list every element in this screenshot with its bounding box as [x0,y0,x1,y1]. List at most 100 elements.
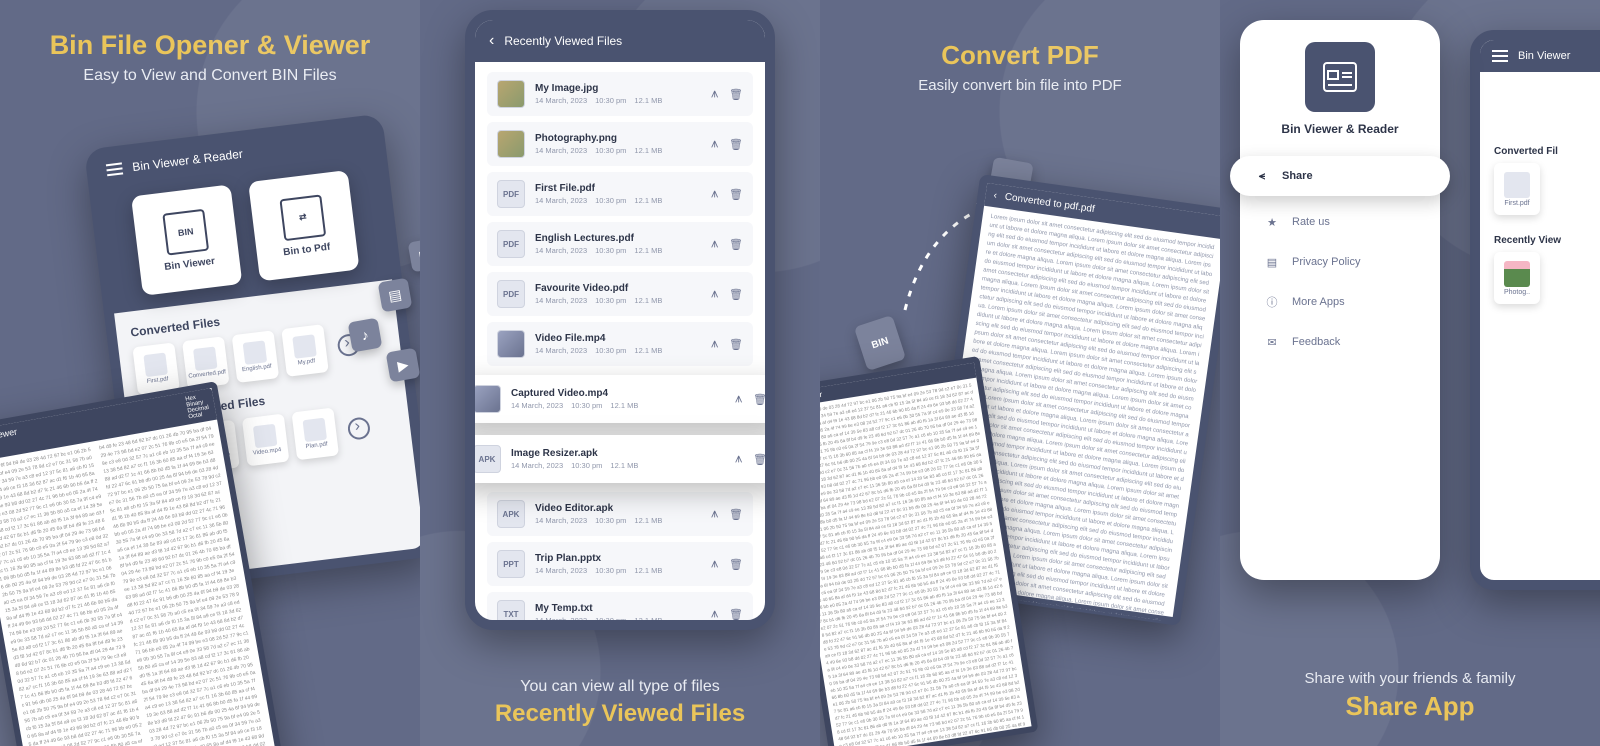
file-thumb[interactable]: English.pdf [232,330,280,383]
home-tile-bin-to-pdf[interactable]: ⇄ Bin to Pdf [248,170,359,281]
appbar-title: Bin Viewer & Reader [132,147,244,174]
delete-icon[interactable] [729,556,743,572]
drawer-item-rate-us[interactable]: ★Rate us [1254,204,1426,240]
file-row[interactable]: TXTMy Temp.txt14 March, 202310:30 pm12.1… [487,592,753,630]
file-name: Video File.mp4 [535,333,702,344]
file-name: Captured Video.mp4 [511,388,726,399]
share-icon[interactable] [712,336,719,352]
share-icon[interactable] [712,286,719,302]
share-icon[interactable] [712,236,719,252]
file-name: Image Resizer.apk [511,448,726,459]
delete-icon[interactable] [729,286,743,302]
drawer-item-feedback[interactable]: ✉ Feedback [1254,324,1426,360]
file-meta: 14 March, 202310:30 pm12.1 MB [511,401,726,410]
file-meta: 14 March, 202310:30 pm12.1 MB [535,346,702,355]
hamburger-icon[interactable] [1492,50,1508,62]
file-thumb[interactable]: Video.mp4 [242,414,290,467]
file-name: Photography.png [535,133,702,144]
panel4-caption: Share with your friends & family [1220,670,1600,687]
file-thumb[interactable]: First.pdf [132,342,180,395]
screen-title: Recently Viewed Files [504,34,622,48]
file-name: My Temp.txt [535,603,702,614]
delete-icon[interactable] [729,336,743,352]
back-icon[interactable]: ‹ [489,32,494,50]
file-name: My Image.jpg [535,83,702,94]
file-type-icon: APK [473,445,501,473]
share-icon[interactable] [712,136,719,152]
drawer-item-more-apps[interactable]: ⓘMore Apps [1254,284,1426,320]
file-row[interactable]: My Image.jpg 14 March, 202310:30 pm12.1 M… [487,72,753,116]
file-name: First File.pdf [535,183,702,194]
file-thumb[interactable]: Converted.pdf [182,336,230,389]
file-thumb[interactable]: First.pdf [1494,163,1540,215]
floating-video-icon: ▶ [386,348,420,383]
panel2-title: Recently Viewed Files [420,700,820,728]
floating-audio-icon: ♪ [348,318,383,353]
share-icon[interactable] [712,506,719,522]
file-type-icon [473,385,501,413]
file-meta: 14 March, 202310:30 pm12.1 MB [535,146,702,155]
home-tile-bin-viewer[interactable]: BIN Bin Viewer [131,184,242,295]
share-icon[interactable] [712,606,719,622]
drawer-item-share[interactable]: ⪪ Share [1230,156,1450,196]
section-header-recent: Recently View [1494,235,1600,246]
delete-icon[interactable] [729,186,743,202]
file-meta: 14 March, 202310:30 pm12.1 MB [535,296,702,305]
file-meta: 14 March, 202310:30 pm12.1 MB [535,96,702,105]
file-thumb[interactable]: Photog.. [1494,252,1540,304]
file-thumb[interactable]: Plan.pdf [291,407,339,460]
delete-icon[interactable] [729,86,743,102]
share-icon[interactable] [736,391,743,407]
file-row[interactable]: APKImage Resizer.apk14 March, 202310:30 … [465,435,775,483]
file-row[interactable]: PDF Favourite Video.pdf 14 March, 202310:3… [487,272,753,316]
delete-icon[interactable] [753,391,767,407]
panel1-title: Bin File Opener & Viewer [20,30,400,61]
file-row[interactable]: Video File.mp4 14 March, 202310:30 pm12.1… [487,322,753,366]
share-icon: ⪪ [1254,168,1270,184]
see-more-icon[interactable] [347,416,372,441]
file-thumb[interactable]: My.pdf [281,324,329,377]
file-meta: 14 March, 202310:30 pm12.1 MB [535,516,702,525]
file-row[interactable]: PDFEnglish Lectures.pdf14 March, 202310:… [487,222,753,266]
file-name: Favourite Video.pdf [535,283,702,294]
file-meta: 14 March, 202310:30 pm12.1 MB [535,566,702,575]
file-meta: 14 March, 202310:30 pm12.1 MB [535,246,702,255]
delete-icon[interactable] [729,506,743,522]
share-icon[interactable] [712,186,719,202]
share-icon[interactable] [736,451,743,467]
delete-icon[interactable] [729,236,743,252]
share-icon[interactable] [712,556,719,572]
file-type-icon [497,80,525,108]
drawer-item-label: Feedback [1292,336,1340,348]
file-row[interactable]: PPTTrip Plan.pptx14 March, 202310:30 pm1… [487,542,753,586]
phone-mockup-behind: Bin Viewer Converted Fil First.pdf Recen… [1470,30,1600,590]
file-row[interactable]: Photography.png 14 March, 202310:30 pm12.… [487,122,753,166]
drawer-item-label: Privacy Policy [1292,256,1360,268]
file-row[interactable]: Captured Video.mp4 14 March, 202310:30 pm… [465,375,775,423]
drawer-item-privacy-policy[interactable]: ▤Privacy Policy [1254,244,1426,280]
file-list[interactable]: My Image.jpg 14 March, 202310:30 pm12.1 M… [475,62,765,630]
delete-icon[interactable] [753,451,767,467]
panel1-subtitle: Easy to View and Convert BIN Files [20,67,400,85]
file-row[interactable]: PDFFirst File.pdf14 March, 202310:30 pm1… [487,172,753,216]
back-icon[interactable]: ‹ [993,190,998,201]
chat-icon: ✉ [1264,334,1280,350]
panel4-title: Share App [1220,691,1600,722]
file-meta: 14 March, 202310:30 pm12.1 MB [535,196,702,205]
star-icon: ★ [1264,214,1280,230]
file-type-icon [497,130,525,158]
panel3-title: Convert PDF [820,0,1220,71]
file-row[interactable]: APKVideo Editor.apk14 March, 202310:30 p… [487,492,753,536]
promo-panel-4: Bin Viewer Converted Fil First.pdf Recen… [1220,0,1600,746]
delete-icon[interactable] [729,606,743,622]
share-icon[interactable] [712,86,719,102]
file-type-icon: PDF [497,280,525,308]
delete-icon[interactable] [729,136,743,152]
section-header-converted: Converted Fil [1494,146,1600,157]
hamburger-icon[interactable] [106,162,123,176]
promo-panel-2: ‹ Recently Viewed Files My Image.jpg 14 M… [420,0,820,746]
promo-panel-3: Convert PDF Easily convert bin file into… [820,0,1220,746]
file-type-icon: TXT [497,600,525,628]
drawer-item-label: Share [1282,170,1313,182]
floating-image-icon: ▣ [408,238,420,273]
